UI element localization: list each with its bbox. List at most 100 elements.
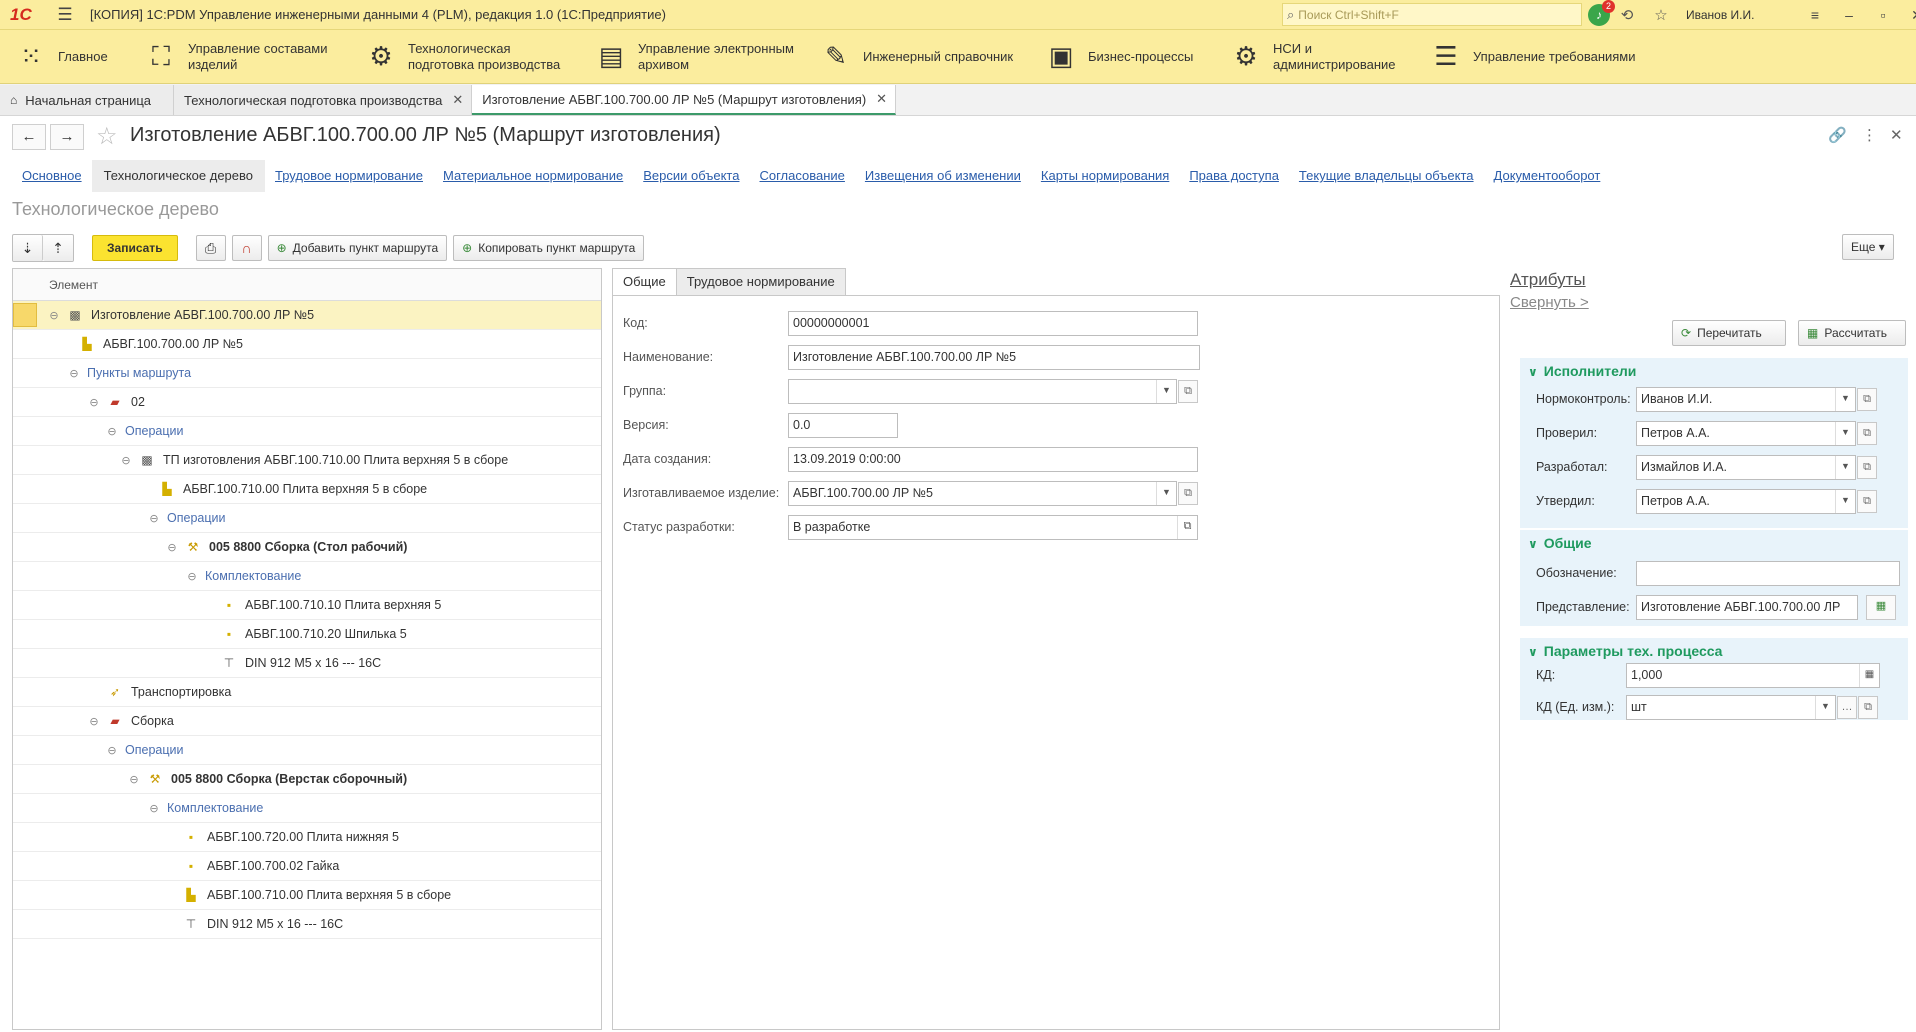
dropdown-icon[interactable]: ▼	[1835, 455, 1855, 479]
close-form-icon[interactable]: ✕	[1890, 126, 1903, 144]
back-button[interactable]: ←	[12, 124, 46, 150]
copy-route-point-button[interactable]: ⊕ Копировать пункт маршрута	[453, 235, 645, 261]
collapse-icon[interactable]: ⊖	[147, 802, 161, 815]
link-document-flow[interactable]: Документооборот	[1484, 160, 1611, 192]
tab-tech-preparation[interactable]: Технологическая подготовка производства …	[174, 85, 473, 115]
tree-row[interactable]: ▪ АБВГ.100.710.20 Шпилька 5	[13, 620, 601, 649]
collapse-icon[interactable]: ⊖	[105, 425, 119, 438]
print-icon[interactable]: ⎙	[195, 235, 226, 261]
tab-general[interactable]: Общие	[612, 268, 677, 296]
tree-row[interactable]: ⊖ Операции	[13, 417, 601, 446]
close-tab-icon[interactable]: ✕	[452, 92, 463, 108]
section-engineering-reference[interactable]: ✎ Инженерный справочник	[805, 30, 1030, 84]
collapse-icon[interactable]: ⊖	[105, 744, 119, 757]
tree-row[interactable]: ⊖ Комплектование	[13, 794, 601, 823]
collapse-icon[interactable]: ⊖	[47, 309, 61, 322]
link-icon[interactable]: 🔗	[1828, 126, 1847, 144]
tree-row[interactable]: ⊖ Пункты маршрута	[13, 359, 601, 388]
representation-field[interactable]: Изготовление АБВГ.100.700.00 ЛР	[1636, 594, 1858, 620]
link-labor-norms[interactable]: Трудовое нормирование	[265, 160, 433, 192]
dropdown-icon[interactable]: ▼	[1835, 489, 1855, 513]
kd-field[interactable]: 1,000 ▦	[1626, 662, 1880, 688]
code-field[interactable]: 00000000001	[788, 310, 1198, 336]
link-approval[interactable]: Согласование	[749, 160, 854, 192]
collapse-icon[interactable]: ⊖	[87, 715, 101, 728]
minimize-icon[interactable]: –	[1832, 7, 1866, 23]
open-icon[interactable]: ⧉	[1858, 695, 1878, 719]
expand-all-icon[interactable]: ⇣	[13, 235, 43, 261]
favorites-icon[interactable]: ☆	[1644, 6, 1678, 24]
favorite-star-icon[interactable]: ☆	[96, 122, 118, 151]
open-icon[interactable]: ⧉	[1178, 379, 1198, 403]
creation-date-field[interactable]: 13.09.2019 0:00:00	[788, 446, 1198, 472]
tree-row[interactable]: ⊤ DIN 912 M5 x 16 --- 16C	[13, 649, 601, 678]
tab-home-page[interactable]: ⌂ Начальная страница	[0, 85, 175, 115]
close-window-icon[interactable]: ✕	[1900, 7, 1916, 24]
section-business-processes[interactable]: ▣ Бизнес-процессы	[1030, 30, 1215, 84]
collapse-icon[interactable]: ⊖	[127, 773, 141, 786]
tree-row[interactable]: ⊖ ▩ Изготовление АБВГ.100.700.00 ЛР №5	[13, 301, 601, 330]
tree-row[interactable]: ⊖ ⚒ 005 8800 Сборка (Верстак сборочный)	[13, 765, 601, 794]
open-icon[interactable]: ⧉	[1178, 481, 1198, 505]
version-field[interactable]: 0.0	[788, 412, 898, 438]
kd-unit-field[interactable]: шт ▼	[1626, 694, 1836, 720]
current-user[interactable]: Иванов И.И.	[1686, 8, 1798, 22]
tree-row[interactable]: ⊖ ⚒ 005 8800 Сборка (Стол рабочий)	[13, 533, 601, 562]
open-icon[interactable]: ⧉	[1857, 387, 1877, 411]
maximize-icon[interactable]: ▫	[1866, 7, 1900, 23]
calculator-icon[interactable]: ▦	[1859, 663, 1879, 687]
calculate-button[interactable]: ▦ Рассчитать	[1798, 320, 1906, 346]
more-actions-icon[interactable]: ⋮	[1862, 126, 1877, 144]
tab-labor-norms[interactable]: Трудовое нормирование	[675, 268, 846, 296]
tree-row[interactable]: ⊖ ▩ ТП изготовления АБВГ.100.710.00 Плита …	[13, 446, 601, 475]
section-product-structure[interactable]: ⛶ Управление составами изделий	[130, 30, 350, 84]
open-icon[interactable]: ⧉	[1857, 421, 1877, 445]
dropdown-icon[interactable]: ▼	[1835, 387, 1855, 411]
approved-field[interactable]: Петров А.А. ▼	[1636, 488, 1856, 514]
general-header[interactable]: ∨ Общие	[1520, 530, 1908, 556]
reread-button[interactable]: ⟳ Перечитать	[1672, 320, 1786, 346]
section-archive[interactable]: ▤ Управление электронным архивом	[580, 30, 805, 84]
collapse-icon[interactable]: ⊖	[67, 367, 81, 380]
section-requirements[interactable]: ☰ Управление требованиями	[1415, 30, 1655, 84]
tree-row[interactable]: ⊖ ▰ 02	[13, 388, 601, 417]
tree-row[interactable]: ➶ Транспортировка	[13, 678, 601, 707]
more-button[interactable]: Еще ▾	[1842, 234, 1894, 260]
tree-row[interactable]: ▙ АБВГ.100.700.00 ЛР №5	[13, 330, 601, 359]
magnet-icon[interactable]: ∩	[231, 235, 262, 261]
section-tech-preparation[interactable]: ⚙ Технологическая подготовка производств…	[350, 30, 580, 84]
link-versions[interactable]: Версии объекта	[633, 160, 749, 192]
settings-menu-icon[interactable]: ≡	[1798, 7, 1832, 23]
developed-field[interactable]: Измайлов И.А. ▼	[1636, 454, 1856, 480]
collapse-icon[interactable]: ⊖	[147, 512, 161, 525]
collapse-icon[interactable]: ⊖	[87, 396, 101, 409]
dropdown-icon[interactable]: ▼	[1156, 481, 1176, 505]
open-icon[interactable]: ⧉	[1177, 515, 1197, 539]
save-button[interactable]: Записать	[92, 235, 178, 261]
add-route-point-button[interactable]: ⊕ Добавить пункт маршрута	[267, 235, 448, 261]
link-norm-cards[interactable]: Карты нормирования	[1031, 160, 1179, 192]
link-main[interactable]: Основное	[12, 160, 92, 192]
dropdown-icon[interactable]: ▼	[1156, 379, 1176, 403]
tab-route-form[interactable]: Изготовление АБВГ.100.700.00 ЛР №5 (Марш…	[472, 85, 897, 115]
notifications-icon[interactable]: ♪ 2	[1588, 0, 1615, 26]
open-icon[interactable]: ⧉	[1857, 455, 1877, 479]
collapse-icon[interactable]: ⊖	[165, 541, 179, 554]
tree-row[interactable]: ▙ АБВГ.100.710.00 Плита верхняя 5 в сборе	[13, 881, 601, 910]
collapse-icon[interactable]: ⊖	[119, 454, 133, 467]
tree-row[interactable]: ⊖ Операции	[13, 736, 601, 765]
params-header[interactable]: ∨ Параметры тех. процесса	[1520, 638, 1908, 664]
link-owners[interactable]: Текущие владельцы объекта	[1289, 160, 1484, 192]
close-tab-icon[interactable]: ✕	[876, 91, 887, 107]
dropdown-icon[interactable]: ▼	[1835, 421, 1855, 445]
collapse-icon[interactable]: ⊖	[185, 570, 199, 583]
section-nsi-admin[interactable]: ⚙ НСИ и администрирование	[1215, 30, 1415, 84]
tree-row[interactable]: ▙ АБВГ.100.710.00 Плита верхняя 5 в сборе	[13, 475, 601, 504]
open-icon[interactable]: ⧉	[1857, 489, 1877, 513]
status-field[interactable]: В разработке ⧉	[788, 514, 1198, 540]
name-field[interactable]: Изготовление АБВГ.100.700.00 ЛР №5	[788, 344, 1200, 370]
select-icon[interactable]: …	[1837, 695, 1857, 719]
search-input[interactable]: ⌕ Поиск Ctrl+Shift+F	[1282, 3, 1582, 26]
dropdown-icon[interactable]: ▼	[1815, 695, 1835, 719]
product-field[interactable]: АБВГ.100.700.00 ЛР №5 ▼	[788, 480, 1177, 506]
